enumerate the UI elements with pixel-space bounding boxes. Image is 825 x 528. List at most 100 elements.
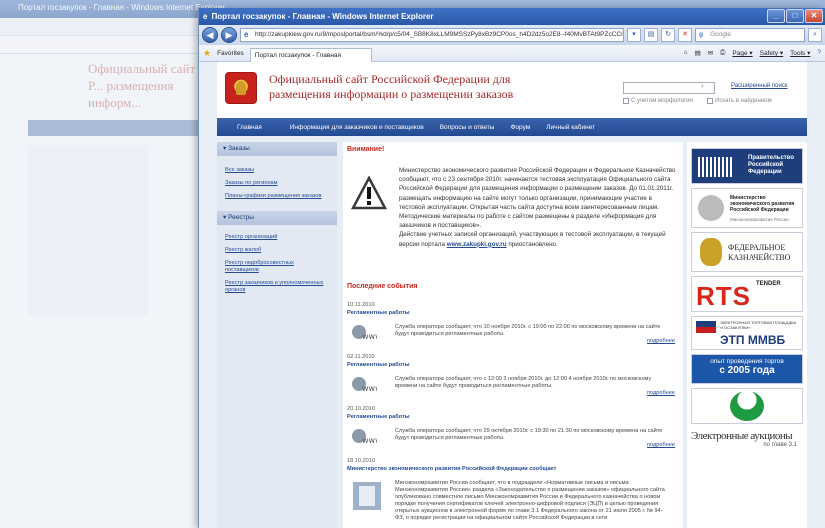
- news-date: 10.11.2010: [347, 302, 375, 308]
- news-more-link[interactable]: подробнее: [647, 338, 675, 344]
- site-title-line1: Официальный сайт Российской Федерации дл…: [269, 72, 511, 86]
- morphology-checkbox[interactable]: С учетом морфологии: [623, 98, 693, 104]
- news-text: Минэкономразвития России сообщает, что в…: [395, 480, 665, 521]
- sidebar-item-unfair-suppliers[interactable]: Реестр недобросовестных поставщиков: [217, 257, 337, 277]
- minec-banner[interactable]: Министерство экономического развития Рос…: [691, 188, 803, 228]
- maximize-button[interactable]: □: [786, 9, 804, 23]
- mmvb-small-text: ЭЛЕКТРОННАЯ ТОРГОВАЯ ПЛОЩАДКА «ГОСЗАКУПК…: [720, 320, 797, 330]
- sidebar-item-customers[interactable]: Реестр заказчиков и уполномоченных орган…: [217, 277, 337, 297]
- e-auction-text: Электронные аукционы: [691, 430, 793, 442]
- news-item: 10.11.2010 Регламентные работы www Служб…: [347, 302, 677, 344]
- back-button[interactable]: ◀: [202, 27, 218, 43]
- address-toolbar: ◀ ▶ http://zakupkiew.gov.ru/8/mposlporta…: [199, 25, 825, 45]
- rts-tender-banner[interactable]: RTS TENDER: [691, 276, 803, 312]
- svg-text:www: www: [362, 436, 377, 445]
- browser-tab[interactable]: Портал госзакупок - Главная: [249, 47, 373, 62]
- news-category[interactable]: Регламентные работы: [347, 362, 677, 368]
- site-title-line2: размещения информации о размещении заказ…: [269, 87, 514, 101]
- minimize-button[interactable]: _: [767, 9, 785, 23]
- experience-line2: с 2005 года: [719, 365, 775, 376]
- stop-icon[interactable]: ✕: [678, 28, 692, 42]
- sidebar-registry-head[interactable]: ▾ Реестры: [217, 211, 337, 225]
- dropdown-arrow-icon[interactable]: ▾: [627, 28, 641, 42]
- experience-banner[interactable]: опыт проведения торгов с 2005 года: [691, 354, 803, 384]
- help-icon[interactable]: ?: [817, 49, 821, 57]
- search-icon[interactable]: ⌕: [808, 28, 822, 42]
- favorites-star-icon[interactable]: ★: [203, 48, 211, 59]
- news-item: 20.10.2010 Регламентные работы www Служб…: [347, 406, 677, 448]
- mmvb-banner[interactable]: ЭЛЕКТРОННАЯ ТОРГОВАЯ ПЛОЩАДКА «ГОСЗАКУПК…: [691, 316, 803, 350]
- address-bar[interactable]: http://zakupkiew.gov.ru/8/mposlportal/bs…: [240, 28, 624, 42]
- news-category[interactable]: Регламентные работы: [347, 310, 677, 316]
- sidebar-item-organizations[interactable]: Реестр организаций: [217, 231, 337, 244]
- news-text: Служба оператора сообщает, что с 12:00 3…: [395, 376, 652, 389]
- news-text: Служба оператора сообщает, что 10 ноября…: [395, 324, 661, 337]
- nav-account[interactable]: Личный кабинет: [540, 124, 601, 131]
- svg-text:www: www: [362, 332, 377, 341]
- events-title: Последние события: [347, 283, 418, 290]
- mmvb-flag-icon: [696, 321, 716, 333]
- government-building-icon: [698, 157, 732, 177]
- web-page: Официальный сайт Российской Федерации дл…: [199, 62, 825, 528]
- government-banner[interactable]: Правительство Российской Федерации: [691, 148, 803, 184]
- sidebar-item-orders-regions[interactable]: Заказы по регионам: [217, 177, 337, 190]
- warning-icon: [351, 176, 387, 210]
- mail-icon[interactable]: ✉: [708, 49, 713, 57]
- warning-paragraph-1: Министерство экономического развития Рос…: [399, 167, 676, 211]
- news-text: Служба оператора сообщает, что 29 октябр…: [395, 428, 663, 441]
- close-button[interactable]: ✕: [805, 9, 823, 23]
- refresh-icon[interactable]: ↻: [661, 28, 675, 42]
- morphology-label: С учетом морфологии: [631, 98, 693, 104]
- bg-sidebar: [28, 145, 148, 315]
- tools-menu[interactable]: Tools ▾: [790, 49, 810, 57]
- svg-text:www: www: [362, 384, 377, 393]
- russian-emblem-icon: [225, 72, 257, 104]
- treasury-emblem-icon: [700, 238, 722, 266]
- nav-faq[interactable]: Вопросы и ответы: [434, 124, 501, 131]
- sidebar-item-all-orders[interactable]: Все заказы: [217, 164, 337, 177]
- search-found-checkbox[interactable]: Искать в найденном: [707, 98, 772, 104]
- warning-title: Внимание!: [347, 146, 385, 153]
- window-title: Портал госзакупок - Главная - Windows In…: [211, 12, 434, 21]
- forward-button[interactable]: ▶: [221, 27, 237, 43]
- search-input[interactable]: Google: [695, 28, 805, 42]
- news-category[interactable]: Регламентные работы: [347, 414, 677, 420]
- home-icon[interactable]: ⌂: [684, 49, 688, 57]
- treasury-banner[interactable]: ФЕДЕРАЛЬНОЕ КАЗНАЧЕЙСТВО: [691, 232, 803, 272]
- favorites-bar: ★ Favorites Портал госзакупок - Главная …: [199, 45, 825, 62]
- warning-paragraph-2: Методические материалы по работе с сайто…: [399, 213, 657, 230]
- compat-view-icon[interactable]: ▤: [644, 28, 658, 42]
- window-title-bar: e Портал госзакупок - Главная - Windows …: [199, 8, 825, 25]
- sidebar-item-plans[interactable]: Планы-графики размещения заказов: [217, 190, 337, 203]
- sidebar-orders-head[interactable]: ▾ Заказы: [217, 142, 337, 156]
- ie-logo-icon: e: [203, 12, 208, 21]
- sidebar-item-complaints[interactable]: Реестр жалоб: [217, 244, 337, 257]
- sidebar: ▾ Заказы Все заказы Заказы по регионам П…: [217, 142, 337, 528]
- government-banner-text: Правительство Российской Федерации: [748, 155, 795, 175]
- page-menu[interactable]: Page ▾: [732, 49, 752, 57]
- news-category[interactable]: Министерство экономического развития Рос…: [347, 466, 677, 472]
- feeds-icon[interactable]: ▤: [695, 49, 701, 57]
- window-controls: _ □ ✕: [767, 9, 823, 23]
- site-title[interactable]: Официальный сайт Российской Федерации дл…: [269, 72, 513, 102]
- site-header: Официальный сайт Российской Федерации дл…: [217, 62, 807, 118]
- e-auction-banner[interactable]: Электронные аукционы по главе 3.1: [691, 428, 803, 462]
- bg-news-column: [158, 280, 198, 500]
- nav-home[interactable]: Главная: [231, 124, 280, 131]
- favorites-label[interactable]: Favorites: [217, 50, 244, 57]
- print-icon[interactable]: ⎙: [720, 49, 725, 57]
- sberbank-banner[interactable]: [691, 388, 803, 424]
- news-more-link[interactable]: подробнее: [647, 390, 675, 396]
- news-more-link[interactable]: подробнее: [647, 442, 675, 448]
- nav-info[interactable]: Информация для заказчиков и поставщиков: [284, 124, 430, 131]
- zakupki-link[interactable]: www.zakupki.gov.ru: [447, 241, 507, 248]
- warning-paragraph-3-end: приостановлено.: [506, 240, 558, 248]
- rts-tender-text: TENDER: [756, 281, 781, 287]
- news-date: 02.11.2010: [347, 354, 375, 360]
- search-go-icon[interactable]: ›: [701, 81, 704, 90]
- safety-menu[interactable]: Safety ▾: [760, 49, 784, 57]
- advanced-search-link[interactable]: Расширенный поиск: [731, 83, 788, 89]
- eagle-emblem-icon: [698, 195, 724, 221]
- www-globe-icon: www: [352, 429, 377, 445]
- nav-forum[interactable]: Форум: [504, 124, 536, 131]
